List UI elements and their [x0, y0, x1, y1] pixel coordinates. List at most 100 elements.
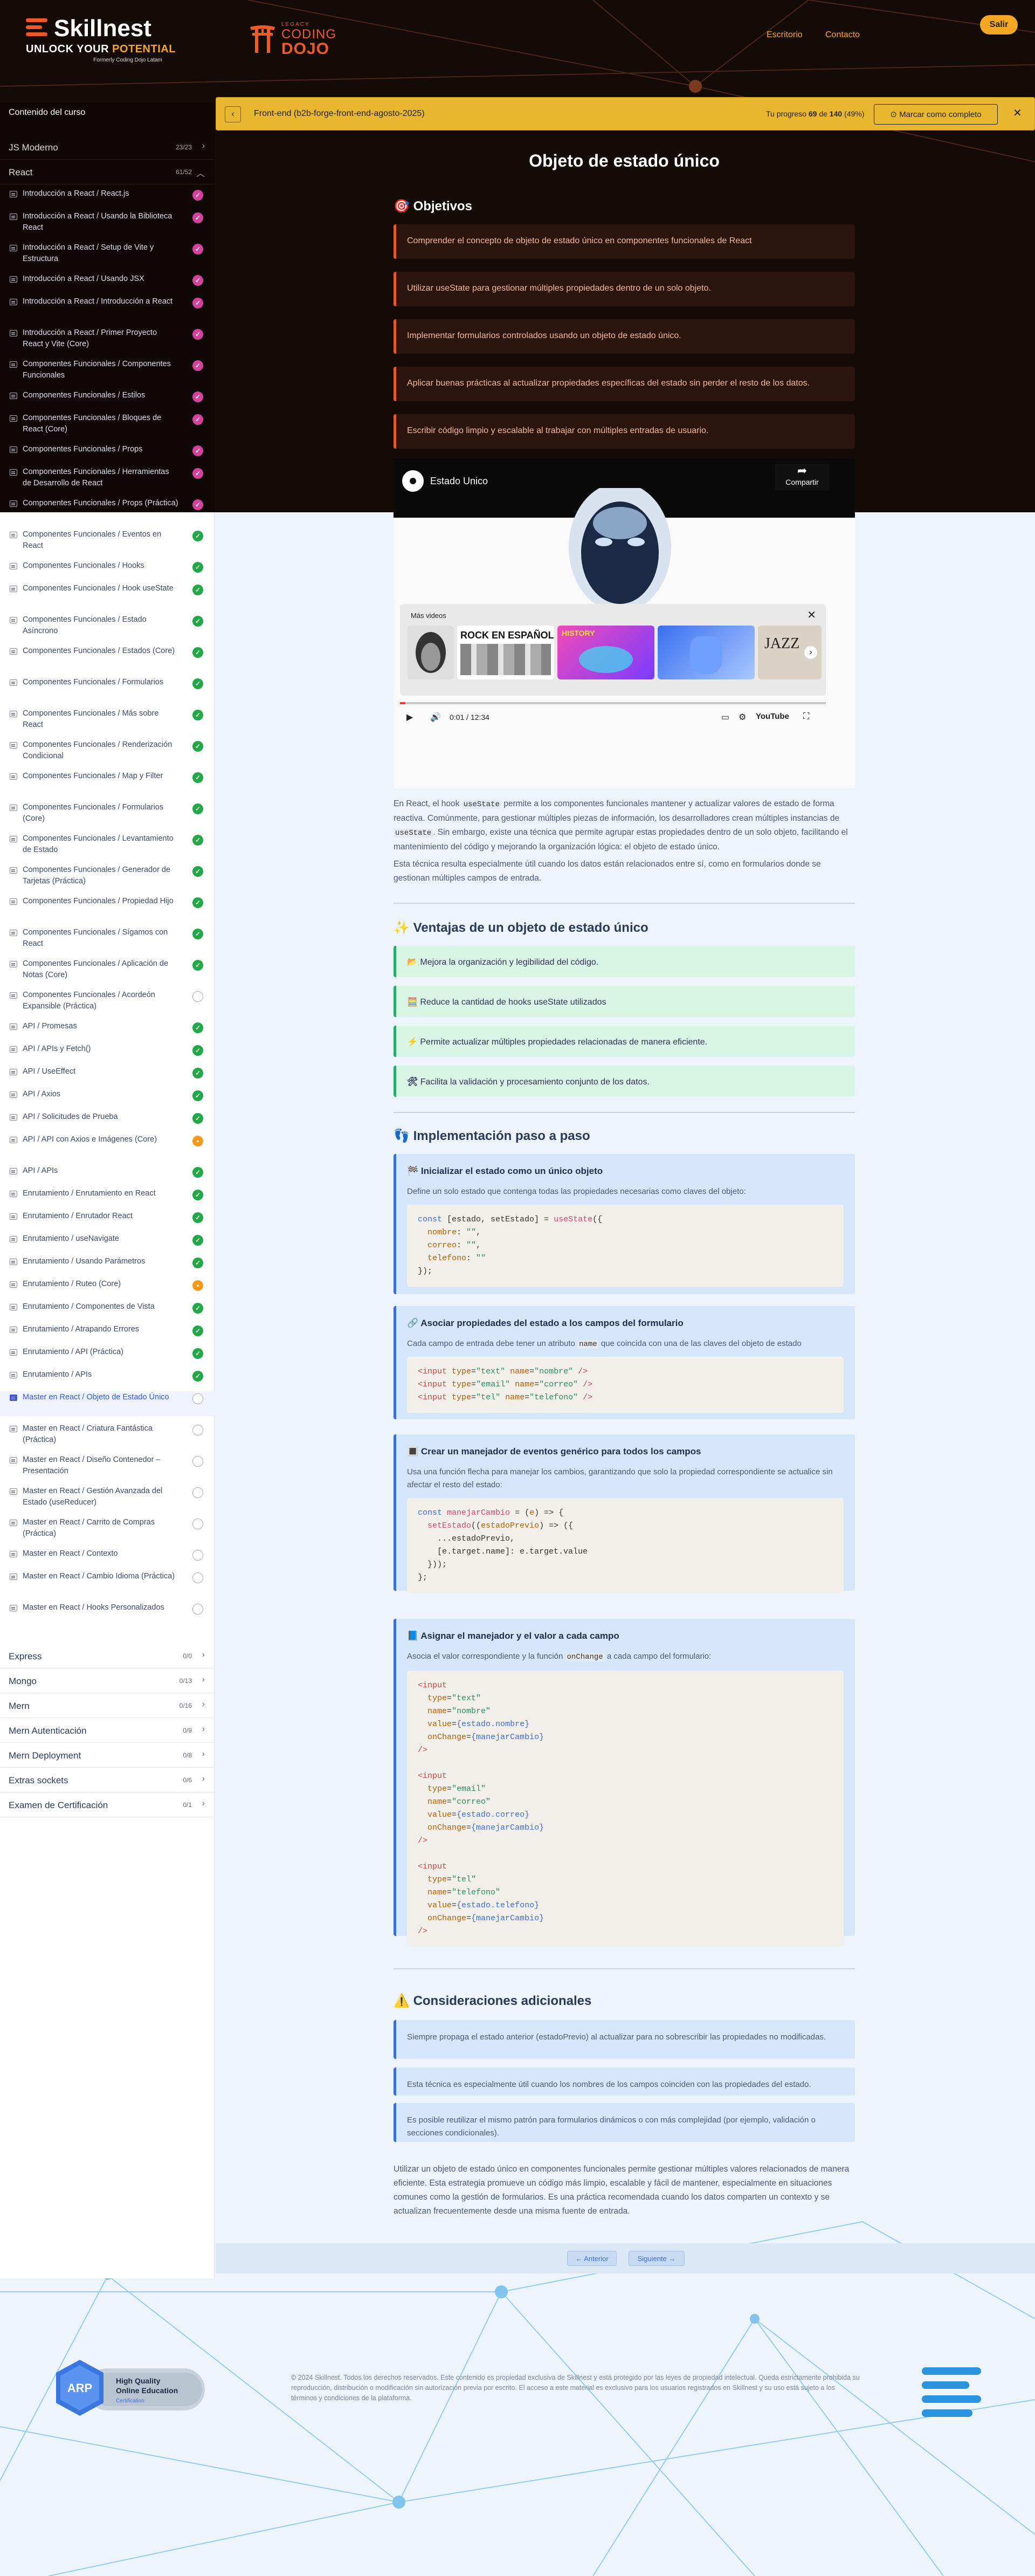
sidebar-lesson[interactable]: Componentes Funcionales / Estado Asíncro…: [0, 614, 215, 638]
status-done-icon: ✓: [192, 678, 203, 689]
module-modules_bottom-2[interactable]: Mern 0/16 ›: [0, 1693, 215, 1718]
sidebar-lesson[interactable]: Componentes Funcionales / Bloques de Rea…: [0, 412, 215, 437]
module-modules_bottom-0[interactable]: Express 0/0 ›: [0, 1644, 215, 1668]
sidebar-lesson[interactable]: Componentes Funcionales / Acordeón Expan…: [0, 989, 215, 1014]
sidebar-lesson[interactable]: Componentes Funcionales / Sígamos con Re…: [0, 926, 215, 951]
module-modules_bottom-1[interactable]: Mongo 0/13 ›: [0, 1668, 215, 1693]
document-icon: [10, 1349, 17, 1356]
sidebar-lesson[interactable]: Master en React / Diseño Contenedor – Pr…: [0, 1454, 215, 1479]
settings-icon[interactable]: ⚙: [739, 712, 746, 723]
video-thumbnail[interactable]: [408, 626, 454, 679]
sidebar-lesson[interactable]: API / Axios ✓: [0, 1088, 215, 1104]
status-done-icon: ✓: [192, 1235, 203, 1246]
sidebar-lesson[interactable]: Componentes Funcionales / Más sobre Reac…: [0, 707, 215, 732]
advantage-item: 📂 Mejora la organización y legibilidad d…: [394, 946, 855, 977]
code-block[interactable]: const [estado, setEstado] = useState({ n…: [407, 1205, 844, 1287]
mark-complete-button[interactable]: ⊙ Marcar como completo: [874, 104, 998, 125]
module-modules_bottom-3[interactable]: Mern Autenticación 0/9 ›: [0, 1718, 215, 1743]
sidebar-lesson[interactable]: Componentes Funcionales / Props (Práctic…: [0, 497, 215, 522]
nav-escritorio[interactable]: Escritorio: [767, 30, 803, 40]
video-thumbnail[interactable]: HISTORY: [557, 626, 654, 679]
captions-icon[interactable]: ▭: [721, 712, 729, 723]
sidebar-lesson[interactable]: Componentes Funcionales / Estilos ✓: [0, 389, 215, 406]
fullscreen-icon[interactable]: ⛶: [803, 712, 809, 722]
nav-contacto[interactable]: Contacto: [825, 30, 860, 40]
sidebar-lesson[interactable]: Enrutamiento / Componentes de Vista ✓: [0, 1301, 215, 1317]
video-thumbnail[interactable]: ROCK EN ESPAÑOL: [457, 626, 554, 679]
sidebar-lesson[interactable]: Componentes Funcionales / Aplicación de …: [0, 958, 215, 983]
sidebar-lesson[interactable]: Componentes Funcionales / Props ✓: [0, 443, 215, 459]
module-modules_bottom-5[interactable]: Extras sockets 0/6 ›: [0, 1768, 215, 1792]
status-done-icon: ✓: [192, 897, 203, 908]
module-modules_bottom-4[interactable]: Mern Deployment 0/8 ›: [0, 1743, 215, 1768]
code-block[interactable]: <input type="text" name="nombre" /> <inp…: [407, 1357, 844, 1413]
sidebar-lesson[interactable]: Componentes Funcionales / Herramientas d…: [0, 466, 215, 491]
sidebar-lesson[interactable]: Enrutamiento / Enrutamiento en React ✓: [0, 1187, 215, 1204]
sidebar-lesson[interactable]: Introducción a React / Usando la Bibliot…: [0, 210, 215, 235]
back-button[interactable]: ‹: [225, 106, 241, 122]
sidebar-lesson[interactable]: Master en React / Gestión Avanzada del E…: [0, 1485, 215, 1510]
sidebar-lesson[interactable]: Master en React / Carrito de Compras (Pr…: [0, 1516, 215, 1541]
video-progress-bar[interactable]: [400, 702, 826, 704]
sidebar-lesson[interactable]: Componentes Funcionales / Renderización …: [0, 739, 215, 764]
document-icon: [10, 1281, 17, 1288]
youtube-logo[interactable]: YouTube: [756, 712, 789, 721]
sidebar-lesson[interactable]: Master en React / Hooks Personalizados: [0, 1602, 215, 1626]
close-icon[interactable]: ✕: [807, 608, 816, 622]
sidebar-lesson[interactable]: Master en React / Criatura Fantástica (P…: [0, 1423, 215, 1447]
logout-button[interactable]: Salir: [980, 15, 1018, 35]
sidebar-lesson[interactable]: Componentes Funcionales / Hook useState …: [0, 582, 215, 607]
sidebar-lesson[interactable]: API / API con Axios e Imágenes (Core) •: [0, 1134, 215, 1158]
sidebar-lesson[interactable]: Componentes Funcionales / Formularios (C…: [0, 801, 215, 826]
sidebar-lesson[interactable]: Enrutamiento / APIs ✓: [0, 1369, 215, 1385]
sidebar-lesson[interactable]: Enrutamiento / Atrapando Errores ✓: [0, 1323, 215, 1339]
sidebar-lesson[interactable]: API / Solicitudes de Prueba ✓: [0, 1111, 215, 1127]
prev-button[interactable]: ← Anterior: [567, 2251, 617, 2266]
close-icon[interactable]: ✕: [1013, 106, 1022, 120]
module-modules_bottom-6[interactable]: Examen de Certificación 0/1 ›: [0, 1792, 215, 1817]
sidebar-lesson[interactable]: API / APIs ✓: [0, 1165, 215, 1181]
volume-icon[interactable]: 🔊: [430, 712, 441, 723]
channel-avatar[interactable]: [402, 470, 424, 492]
video-thumbnail[interactable]: [658, 626, 755, 679]
sidebar-lesson[interactable]: Introducción a React / Usando JSX ✓: [0, 273, 215, 289]
sidebar-lesson[interactable]: Componentes Funcionales / Levantamiento …: [0, 833, 215, 857]
sidebar-lesson[interactable]: Master en React / Objeto de Estado Único: [0, 1391, 215, 1416]
skillnest-footer-logo-icon[interactable]: [922, 2367, 981, 2423]
sidebar-lesson[interactable]: Componentes Funcionales / Hooks ✓: [0, 560, 215, 576]
target-icon: 🎯: [394, 199, 413, 214]
sidebar-lesson[interactable]: API / UseEffect ✓: [0, 1066, 215, 1082]
sidebar-lesson[interactable]: Componentes Funcionales / Generador de T…: [0, 864, 215, 889]
sidebar-lesson[interactable]: Componentes Funcionales / Estados (Core)…: [0, 645, 215, 670]
play-icon[interactable]: ▶: [406, 712, 413, 723]
status-part-icon: •: [192, 1280, 203, 1291]
sidebar-lesson[interactable]: Introducción a React / Primer Proyecto R…: [0, 327, 215, 352]
sidebar-lesson[interactable]: Enrutamiento / API (Práctica) ✓: [0, 1346, 215, 1362]
share-button[interactable]: ➦ Compartir: [775, 464, 829, 491]
sidebar-lesson[interactable]: API / APIs y Fetch() ✓: [0, 1043, 215, 1059]
code-block[interactable]: const manejarCambio = (e) => { setEstado…: [407, 1498, 844, 1593]
module-modules_top-0[interactable]: JS Moderno 23/23 ›: [0, 135, 215, 160]
sidebar-lesson[interactable]: Componentes Funcionales / Eventos en Rea…: [0, 528, 215, 553]
sidebar-lesson[interactable]: Introducción a React / React.js ✓: [0, 188, 215, 204]
sidebar-lesson[interactable]: Componentes Funcionales / Map y Filter ✓: [0, 770, 215, 795]
sidebar-lesson[interactable]: Enrutamiento / Enrutador React ✓: [0, 1210, 215, 1226]
sidebar-lesson[interactable]: Introducción a React / Introducción a Re…: [0, 296, 215, 320]
chevron-right-icon[interactable]: ›: [804, 646, 817, 659]
sidebar-lesson[interactable]: Enrutamiento / Ruteo (Core) •: [0, 1278, 215, 1294]
advantage-icon: ⚡: [407, 1038, 418, 1047]
sidebar-lesson[interactable]: Master en React / Cambio Idioma (Práctic…: [0, 1570, 215, 1595]
sidebar-lesson[interactable]: Componentes Funcionales / Propiedad Hijo…: [0, 895, 215, 920]
sidebar-lesson[interactable]: API / Promesas ✓: [0, 1020, 215, 1036]
code-block[interactable]: <input type="text" name="nombre" value={…: [407, 1671, 844, 1947]
youtube-player[interactable]: Estado Unico ➦ Compartir Más videos ✕ ROC…: [394, 458, 855, 788]
sidebar-lesson[interactable]: Componentes Funcionales / Componentes Fu…: [0, 358, 215, 383]
sidebar-lesson[interactable]: Componentes Funcionales / Formularios ✓: [0, 676, 215, 701]
next-button[interactable]: Siguiente →: [629, 2251, 685, 2266]
module-modules_top-1[interactable]: React 61/52 ︿: [0, 160, 215, 184]
sidebar-lesson[interactable]: Introducción a React / Setup de Vite y E…: [0, 242, 215, 266]
sidebar-lesson[interactable]: Master en React / Contexto: [0, 1548, 215, 1564]
sidebar-lesson[interactable]: Enrutamiento / Usando Parámetros ✓: [0, 1255, 215, 1272]
sidebar-lesson[interactable]: Enrutamiento / useNavigate ✓: [0, 1233, 215, 1249]
video-title[interactable]: Estado Unico: [430, 476, 488, 487]
